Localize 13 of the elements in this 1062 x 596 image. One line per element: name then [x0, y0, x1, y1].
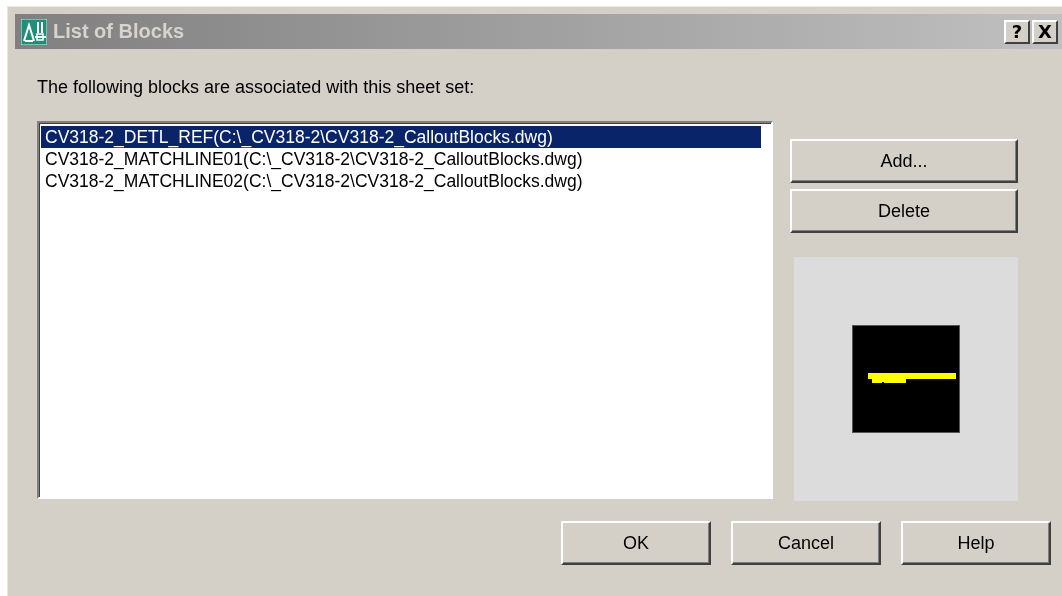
block-item[interactable]: CV318-2_MATCHLINE01(C:\_CV318-2\CV318-2_CalloutBlocks.dwg)	[41, 148, 761, 170]
block-item[interactable]: CV318-2_DETL_REF(C:\_CV318-2\CV318-2_CalloutBlocks.dwg)	[41, 126, 761, 148]
intro-text: The following blocks are associated with this sheet set:	[37, 77, 476, 98]
window-title: List of Blocks	[53, 20, 186, 43]
delete-button[interactable]: Delete	[790, 189, 1018, 233]
cancel-button[interactable]: Cancel	[731, 521, 881, 565]
help-button[interactable]: Help	[901, 521, 1051, 565]
close-button[interactable]: X	[1032, 19, 1058, 44]
ok-button[interactable]: OK	[561, 521, 711, 565]
block-item[interactable]: CV318-2_MATCHLINE02(C:\_CV318-2\CV318-2_CalloutBlocks.dwg)	[41, 170, 761, 192]
app-icon	[21, 18, 47, 45]
add-button[interactable]: Add...	[790, 139, 1018, 183]
help-button[interactable]: ?	[1004, 19, 1030, 44]
